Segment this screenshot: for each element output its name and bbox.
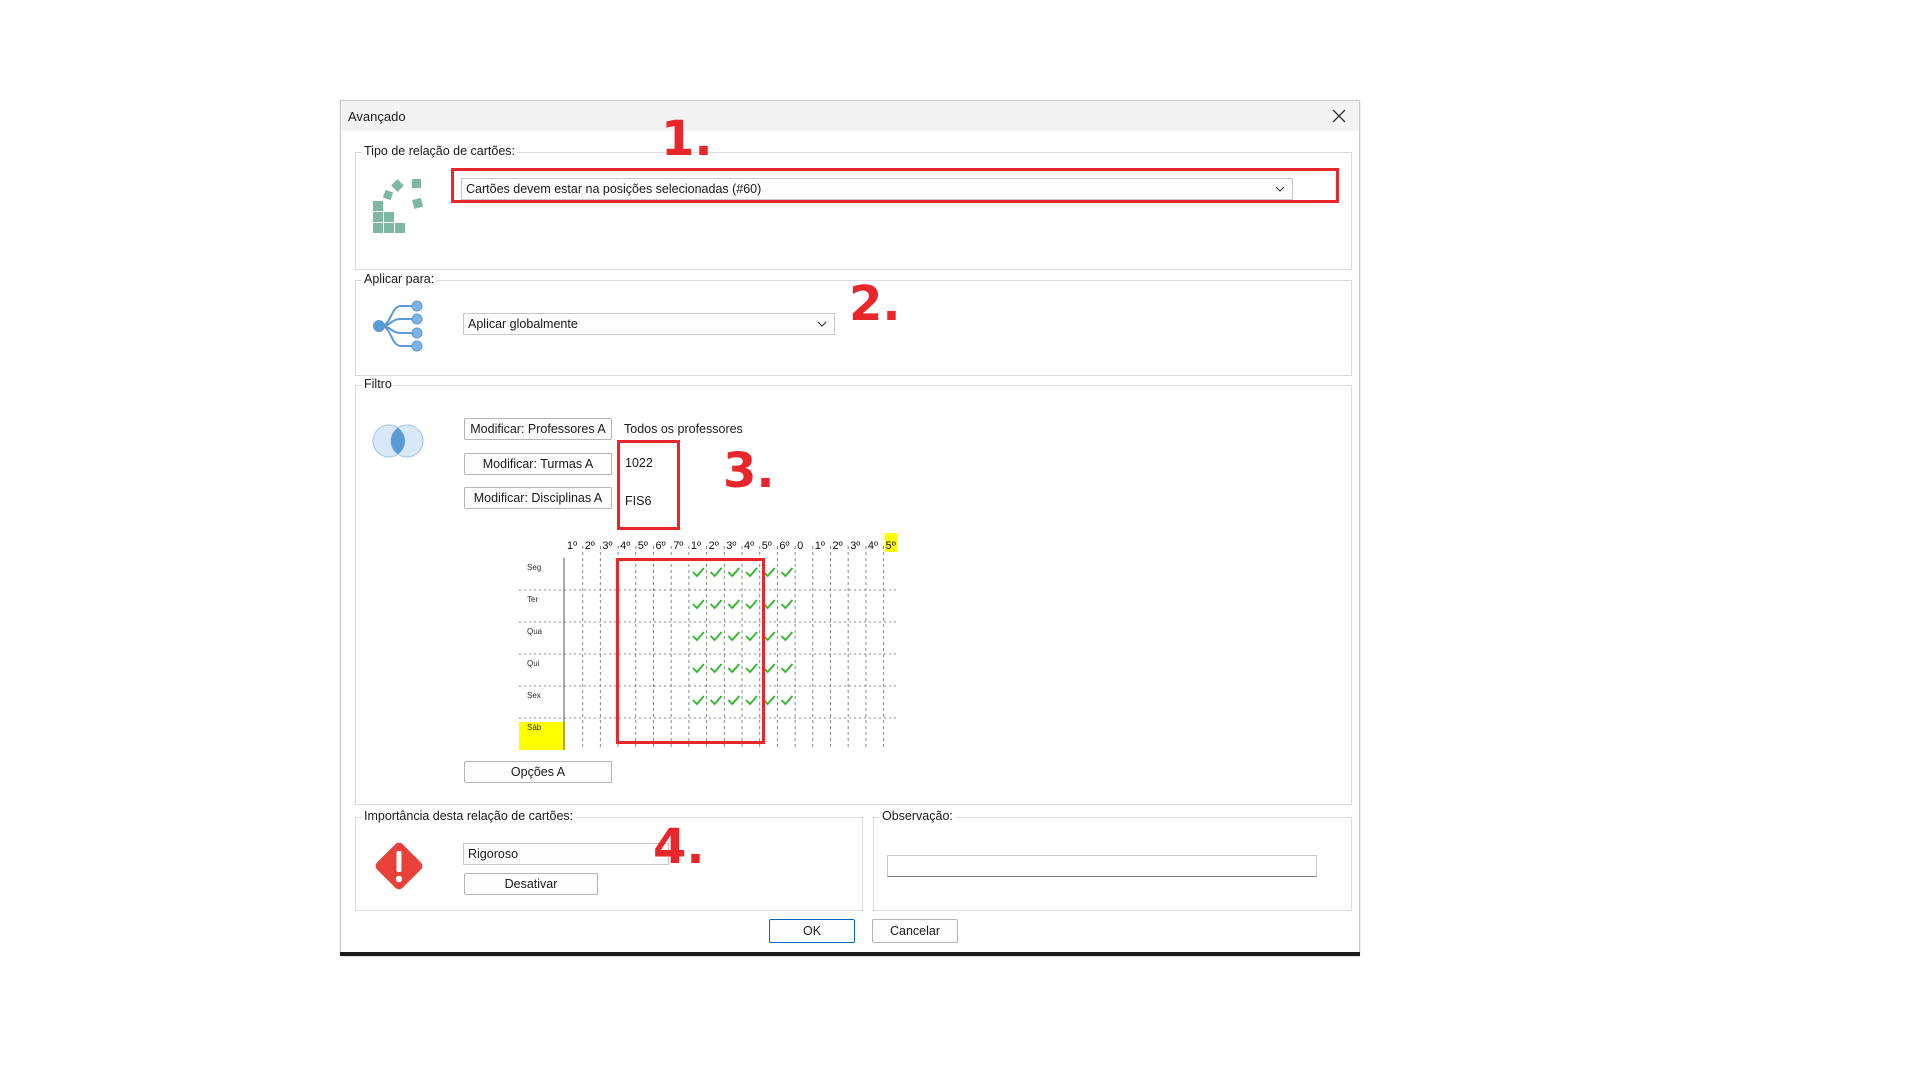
period-header: 1º bbox=[691, 540, 701, 552]
period-header: 0 bbox=[797, 540, 803, 552]
modify-subjects-button[interactable]: Modificar: Disciplinas A bbox=[464, 487, 612, 509]
teachers-value: Todos os professores bbox=[624, 422, 743, 436]
annotation-box-3 bbox=[617, 440, 680, 530]
check-icon bbox=[763, 663, 776, 674]
day-label: Sáb bbox=[527, 723, 542, 732]
check-icon bbox=[780, 631, 794, 642]
day-label: Ter bbox=[527, 595, 538, 604]
relation-type-label: Tipo de relação de cartões: bbox=[362, 144, 518, 158]
period-header: 5º bbox=[638, 540, 648, 552]
close-icon bbox=[1332, 109, 1346, 123]
day-label: Sex bbox=[527, 691, 541, 700]
deactivate-button[interactable]: Desativar bbox=[464, 873, 598, 895]
period-header: 6º bbox=[779, 540, 789, 552]
period-header: 1º bbox=[815, 540, 825, 552]
cancel-button[interactable]: Cancelar bbox=[872, 919, 958, 943]
check-icon bbox=[763, 631, 776, 642]
modify-teachers-button[interactable]: Modificar: Professores A bbox=[464, 418, 612, 440]
period-header: 3º bbox=[726, 540, 736, 552]
period-header: 2º bbox=[833, 540, 843, 552]
advanced-dialog: Avançado Tipo de relação de cartões: Car… bbox=[340, 100, 1360, 956]
period-header: 7º bbox=[673, 540, 683, 552]
check-icon bbox=[780, 567, 794, 578]
importance-dropdown[interactable]: Rigoroso bbox=[463, 843, 669, 865]
apply-to-value: Aplicar globalmente bbox=[468, 317, 578, 331]
chevron-down-icon bbox=[817, 321, 827, 327]
period-header: 5º bbox=[762, 540, 772, 552]
period-header: 6º bbox=[656, 540, 666, 552]
day-highlight bbox=[519, 722, 565, 750]
period-header: 2º bbox=[585, 540, 595, 552]
dialog-bottom-edge bbox=[340, 952, 1360, 956]
check-icon bbox=[763, 567, 776, 578]
apply-tree-icon bbox=[373, 300, 423, 352]
period-header: 4º bbox=[744, 540, 754, 552]
options-button[interactable]: Opções A bbox=[464, 761, 612, 783]
period-header: 4º bbox=[620, 540, 630, 552]
day-label: Qui bbox=[527, 659, 540, 668]
warning-icon bbox=[375, 842, 423, 890]
period-header: 2º bbox=[709, 540, 719, 552]
check-icon bbox=[780, 695, 794, 706]
modify-classes-button[interactable]: Modificar: Turmas A bbox=[464, 453, 612, 475]
annotation-box-1 bbox=[451, 168, 1339, 203]
day-label: Seg bbox=[527, 563, 541, 572]
period-header: 3º bbox=[850, 540, 860, 552]
dialog-title: Avançado bbox=[348, 109, 406, 124]
period-header: 5º bbox=[886, 540, 896, 552]
observation-label: Observação: bbox=[880, 809, 955, 823]
period-header: 4º bbox=[868, 540, 878, 552]
apply-to-dropdown[interactable]: Aplicar globalmente bbox=[463, 313, 835, 335]
filter-label: Filtro bbox=[362, 377, 394, 391]
period-header: 1º bbox=[567, 540, 577, 552]
card-positions-icon bbox=[373, 179, 424, 233]
period-header: 3º bbox=[602, 540, 612, 552]
annotation-number-4: 4. bbox=[653, 819, 705, 875]
annotation-number-2: 2. bbox=[849, 276, 901, 332]
apply-to-label: Aplicar para: bbox=[362, 272, 437, 286]
observation-input[interactable] bbox=[887, 855, 1317, 877]
check-icon bbox=[780, 599, 794, 610]
annotation-number-1: 1. bbox=[661, 111, 713, 167]
check-icon bbox=[763, 695, 776, 706]
ok-button[interactable]: OK bbox=[769, 919, 855, 943]
check-icon bbox=[763, 599, 776, 610]
venn-filter-icon bbox=[372, 424, 424, 458]
title-bar: Avançado bbox=[341, 101, 1359, 131]
importance-value: Rigoroso bbox=[468, 847, 519, 861]
importance-label: Importância desta relação de cartões: bbox=[362, 809, 576, 823]
annotation-box-grid bbox=[616, 558, 765, 744]
check-icon bbox=[780, 663, 794, 674]
annotation-number-3: 3. bbox=[723, 443, 775, 499]
close-button[interactable] bbox=[1327, 105, 1351, 127]
day-label: Qua bbox=[527, 627, 543, 636]
